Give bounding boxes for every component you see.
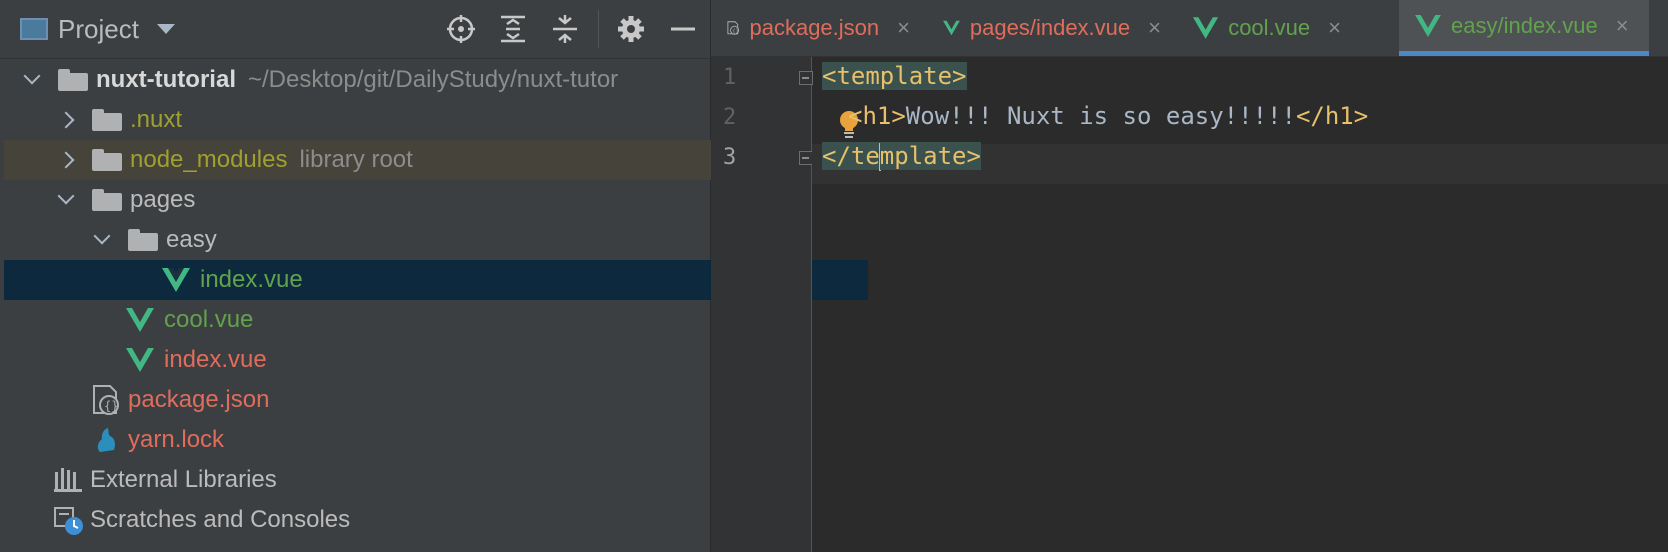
tab-package-json[interactable]: {} package.json × (711, 0, 926, 56)
vue-icon (162, 268, 192, 292)
tree-item-cool-vue[interactable]: cool.vue (4, 300, 832, 340)
tree-item-path-hint: ~/Desktop/git/DailyStudy/nuxt-tutor (247, 66, 619, 93)
tab-label: easy/index.vue (1451, 12, 1598, 38)
editor-gutter: 1 2 3 (711, 57, 813, 552)
tree-item-node-modules[interactable]: node_modules library root (4, 140, 760, 180)
tree-item-label: cool.vue (164, 306, 254, 333)
folder-icon (92, 189, 122, 211)
tree-item-pages[interactable]: pages (4, 180, 760, 220)
tree-item-pages-index-vue[interactable]: index.vue (4, 340, 832, 380)
tree-item-nuxt-folder[interactable]: .nuxt (4, 100, 760, 140)
chevron-right-icon[interactable] (54, 148, 78, 172)
json-file-icon: {} (92, 385, 120, 415)
collapse-all-icon[interactable] (550, 14, 580, 44)
tree-item-external-libraries[interactable]: External Libraries (4, 460, 760, 500)
tree-item-label: index.vue (164, 346, 267, 373)
vue-icon (126, 308, 156, 332)
tree-item-label: package.json (128, 386, 270, 413)
code-tag: <h1> (848, 102, 906, 130)
close-icon[interactable]: × (1148, 15, 1161, 41)
tree-item-easy[interactable]: easy (4, 220, 796, 260)
svg-text:{}: {} (732, 28, 738, 34)
locate-icon[interactable] (446, 14, 476, 44)
folder-icon (92, 149, 122, 171)
vue-icon (126, 348, 156, 372)
close-icon[interactable]: × (1328, 15, 1341, 41)
project-panel: Project nuxt-tutorial ~/Desktop/git/Dail… (0, 0, 868, 552)
minimize-icon[interactable] (668, 14, 698, 44)
tree-item-label: node_modules (130, 146, 288, 173)
fold-marker-icon[interactable] (799, 151, 813, 165)
code-line-3[interactable]: </template> (822, 142, 981, 171)
fold-marker-icon[interactable] (799, 71, 813, 85)
folder-icon (58, 69, 88, 91)
json-file-icon: {} (727, 21, 740, 35)
libraries-icon (54, 466, 82, 494)
code-tag: mplate> (879, 142, 981, 170)
svg-text:{}: {} (104, 399, 118, 413)
toolbar-separator (598, 10, 599, 48)
yarn-icon (92, 426, 120, 454)
tab-cool-vue[interactable]: cool.vue × (1177, 0, 1357, 56)
line-number: 3 (723, 145, 737, 170)
code-line-1[interactable]: <template> (822, 62, 967, 90)
chevron-right-icon[interactable] (54, 108, 78, 132)
tab-label: cool.vue (1228, 15, 1311, 40)
tree-item-scratches[interactable]: Scratches and Consoles (4, 500, 760, 540)
line-number: 2 (723, 105, 737, 130)
code-text: Wow!!! Nuxt is so easy!!!!! (905, 102, 1296, 130)
vue-icon (1415, 14, 1441, 37)
tab-easy-index-vue[interactable]: easy/index.vue × (1399, 0, 1649, 56)
close-icon[interactable]: × (1616, 13, 1629, 39)
tree-item-label: Scratches and Consoles (90, 506, 351, 533)
project-panel-header: Project (0, 0, 710, 59)
code-tag: </te (822, 142, 880, 170)
project-view-selector[interactable]: Project (20, 12, 175, 46)
tree-item-label: nuxt-tutorial (96, 66, 236, 93)
code-tag: <template> (822, 62, 967, 90)
tab-pages-index-vue[interactable]: pages/index.vue × (927, 0, 1177, 56)
chevron-down-icon[interactable] (54, 188, 78, 212)
tab-label: pages/index.vue (969, 15, 1131, 40)
vue-icon (1193, 17, 1219, 39)
tree-item-yarn-lock[interactable]: yarn.lock (4, 420, 798, 460)
tree-item-label: yarn.lock (128, 426, 225, 453)
chevron-down-icon[interactable] (90, 228, 114, 252)
close-icon[interactable]: × (897, 15, 910, 41)
folder-icon (128, 229, 158, 251)
editor-tab-bar: {} package.json × pages/index.vue × cool… (711, 0, 1668, 57)
chevron-down-icon[interactable] (20, 68, 44, 92)
tree-item-label: easy (166, 226, 217, 253)
vue-icon (943, 20, 960, 36)
library-root-hint: library root (299, 146, 413, 173)
project-window-icon (20, 18, 48, 40)
line-number: 1 (723, 65, 737, 90)
chevron-down-icon[interactable] (156, 24, 175, 34)
tree-item-label: .nuxt (130, 106, 183, 133)
tree-item-package-json[interactable]: {} package.json (4, 380, 798, 420)
tree-item-label: External Libraries (90, 466, 277, 493)
code-line-2[interactable]: <h1>Wow!!! Nuxt is so easy!!!!!</h1> (848, 102, 1368, 130)
expand-all-icon[interactable] (498, 14, 528, 44)
gear-icon[interactable] (616, 14, 646, 44)
folder-icon (92, 109, 122, 131)
tree-item-label: index.vue (200, 266, 303, 293)
project-title: Project (58, 13, 139, 44)
scratches-icon (54, 506, 83, 535)
tab-label: package.json (749, 15, 880, 40)
tree-item-nuxt-tutorial[interactable]: nuxt-tutorial ~/Desktop/git/DailyStudy/n… (4, 60, 726, 100)
tree-item-label: pages (130, 186, 196, 213)
code-tag: </h1> (1295, 102, 1369, 130)
